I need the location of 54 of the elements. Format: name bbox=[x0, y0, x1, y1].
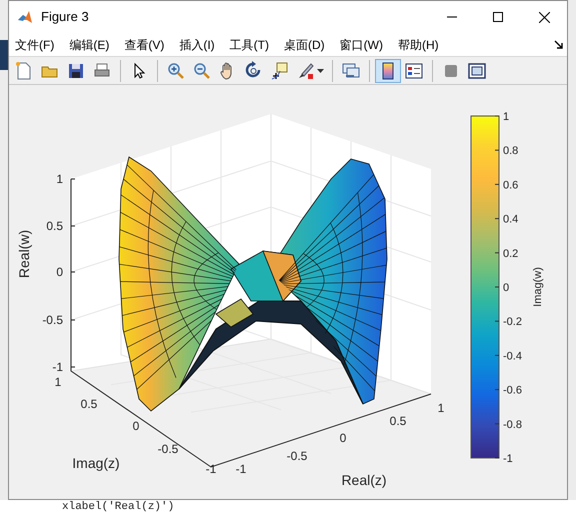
tick-label: 0 bbox=[503, 282, 510, 294]
tick-label: 0.8 bbox=[503, 145, 518, 158]
menu-item[interactable]: 查看(V) bbox=[124, 38, 164, 50]
tick-label: 0.5 bbox=[46, 219, 63, 233]
menu-item[interactable]: 窗口(W) bbox=[340, 38, 383, 50]
menu-item[interactable]: 插入(I) bbox=[179, 38, 215, 50]
menu-item[interactable]: 帮助(H) bbox=[398, 38, 439, 50]
dock-window-icon bbox=[467, 60, 487, 80]
colorbar-button[interactable] bbox=[375, 58, 401, 82]
tick-label: 0.6 bbox=[503, 179, 518, 192]
axis-label: Real(w) bbox=[16, 230, 32, 278]
tick-label: -0.5 bbox=[158, 442, 178, 456]
brush-icon bbox=[296, 60, 316, 80]
menu-item[interactable]: 文件(F) bbox=[15, 38, 54, 50]
legend-icon bbox=[404, 60, 424, 80]
maximize-icon bbox=[493, 12, 503, 22]
tick-label: 0.4 bbox=[503, 214, 518, 226]
data-tip-icon bbox=[270, 60, 290, 80]
tick-label: -1 bbox=[503, 453, 513, 465]
close-icon bbox=[538, 12, 550, 22]
tick-label: 1 bbox=[503, 111, 510, 123]
menu-item[interactable]: 编辑(E) bbox=[69, 38, 110, 50]
code-line: xlabel('Real(z)') bbox=[62, 502, 174, 512]
zoom-out-icon bbox=[192, 60, 212, 80]
tick-label: 0.2 bbox=[503, 248, 518, 260]
tick-label: 1 bbox=[54, 375, 62, 389]
tick-label: -0.2 bbox=[503, 316, 522, 328]
colorbar-label: Imag(w) bbox=[532, 267, 544, 307]
axis-label: Real(z) bbox=[341, 472, 387, 488]
tick-label: 0 bbox=[56, 265, 63, 279]
tick-label: 0 bbox=[132, 419, 140, 433]
axis-label: Imag(z) bbox=[72, 455, 120, 471]
tick-label: 0.5 bbox=[80, 397, 98, 411]
app-icon bbox=[17, 9, 33, 25]
tick-label: -1 bbox=[236, 462, 246, 476]
window-title: Figure 3 bbox=[41, 8, 89, 26]
zoom-in-icon bbox=[166, 60, 186, 80]
tick-label: 0.5 bbox=[390, 414, 406, 428]
expand-arrow-icon[interactable] bbox=[554, 40, 563, 49]
tick-label: -0.8 bbox=[503, 418, 522, 431]
tick-label: 1 bbox=[56, 172, 63, 186]
tick-label: -0.4 bbox=[503, 350, 522, 362]
linked-plots-icon bbox=[341, 60, 361, 80]
menu-item[interactable]: 工具(T) bbox=[230, 38, 269, 50]
background-window-strip bbox=[0, 40, 8, 70]
tick-label: 0 bbox=[340, 431, 346, 445]
tick-label: -0.6 bbox=[503, 384, 522, 397]
tick-label: 1 bbox=[438, 401, 444, 415]
tick-label: -0.5 bbox=[286, 449, 308, 463]
tick-label: -0.5 bbox=[42, 313, 63, 327]
tick-label: -1 bbox=[206, 462, 216, 476]
menu-item[interactable]: 桌面(D) bbox=[284, 38, 325, 50]
tick-label: -1 bbox=[52, 360, 63, 374]
caret-icon bbox=[317, 68, 324, 72]
